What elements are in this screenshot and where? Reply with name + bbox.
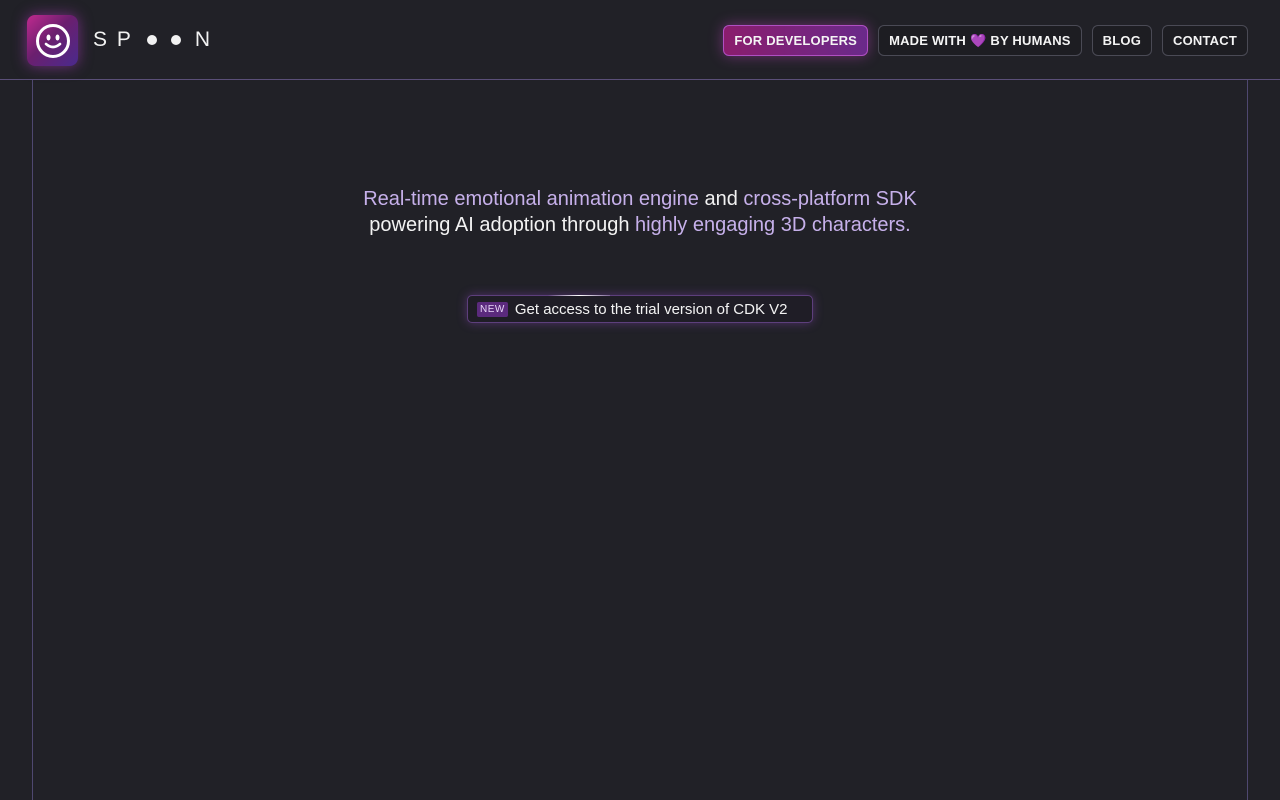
heart-icon: 💜 xyxy=(969,32,987,48)
trial-access-banner[interactable]: NEW Get access to the trial version of C… xyxy=(467,295,813,323)
contact-button[interactable]: CONTACT xyxy=(1162,25,1248,56)
made-with-humans-button[interactable]: MADE WITH 💜 BY HUMANS xyxy=(878,25,1082,56)
trial-access-text: Get access to the trial version of CDK V… xyxy=(514,300,788,318)
wordmark-dot-icon xyxy=(170,35,181,45)
frame-divider-right xyxy=(1247,80,1248,800)
top-navigation-bar: S P N FOR DEVELOPERS MADE WITH 💜 BY HUMA… xyxy=(0,0,1280,80)
smiley-icon xyxy=(35,23,70,58)
wordmark-dot-icon xyxy=(146,35,157,45)
wordmark-end: N xyxy=(194,28,213,51)
for-developers-button[interactable]: FOR DEVELOPERS xyxy=(723,25,869,56)
blog-button[interactable]: BLOG xyxy=(1091,25,1153,56)
hero-text: powering AI adoption through xyxy=(369,214,636,236)
hero-tagline: Real-time emotional animation engine and… xyxy=(340,186,940,238)
frame-divider-left xyxy=(32,80,33,800)
new-badge: NEW xyxy=(477,301,508,317)
hero-highlight-engine: Real-time emotional animation engine xyxy=(363,188,699,210)
hero-highlight-sdk: cross-platform SDK xyxy=(743,188,917,210)
brand-wordmark[interactable]: S P N xyxy=(93,28,212,52)
made-with-label: MADE WITH xyxy=(889,33,966,48)
logo-smiley-icon[interactable] xyxy=(27,15,78,66)
hero-text: and xyxy=(698,188,744,210)
wordmark-start: S P xyxy=(93,28,133,51)
hero-highlight-characters: highly engaging 3D characters. xyxy=(635,214,911,236)
by-humans-label: BY HUMANS xyxy=(990,33,1071,48)
main-nav: FOR DEVELOPERS MADE WITH 💜 BY HUMANS BLO… xyxy=(723,25,1248,56)
